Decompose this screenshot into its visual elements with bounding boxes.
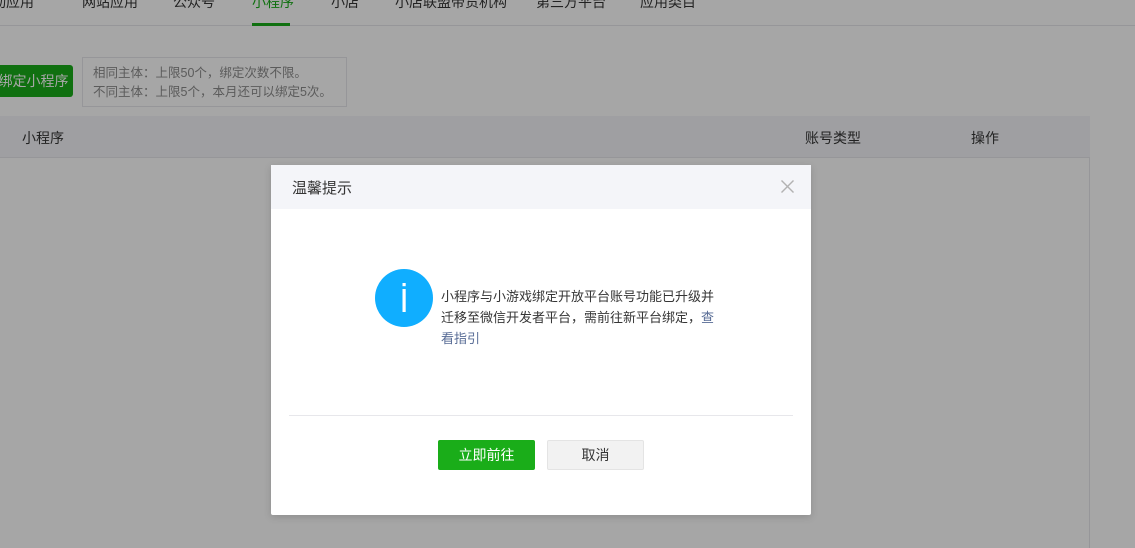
cancel-button[interactable]: 取消	[547, 440, 644, 470]
open-platform-page: 移动应用 网站应用 公众号 小程序 小店 小店联盟带货机构 第三方平台 应用类目…	[0, 0, 1135, 548]
notice-dialog: 温馨提示 小程序与小游戏绑定开放平台账号功能已升级并迁移至微信开发者平台，需前往…	[271, 165, 811, 515]
dialog-header: 温馨提示	[271, 165, 811, 209]
dialog-message-text: 小程序与小游戏绑定开放平台账号功能已升级并迁移至微信开发者平台，需前往新平台绑定…	[441, 289, 715, 325]
dialog-divider	[289, 415, 793, 416]
close-icon[interactable]	[780, 179, 795, 194]
dialog-message: 小程序与小游戏绑定开放平台账号功能已升级并迁移至微信开发者平台，需前往新平台绑定…	[441, 286, 716, 349]
dialog-title: 温馨提示	[292, 180, 353, 197]
go-now-button[interactable]: 立即前往	[438, 440, 535, 470]
info-icon	[375, 269, 433, 327]
